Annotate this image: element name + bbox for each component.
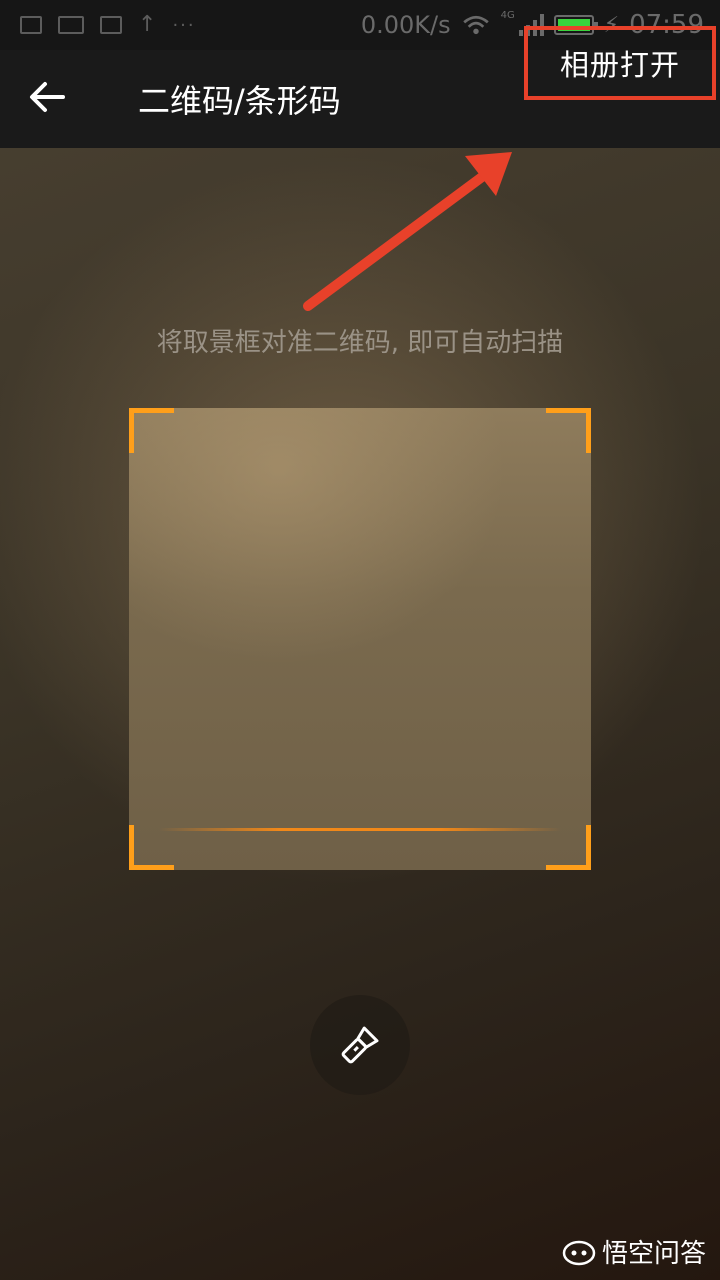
page-title: 二维码/条形码 xyxy=(138,82,341,120)
sim-icon xyxy=(58,16,84,34)
corner-top-left xyxy=(129,408,174,453)
corner-bottom-right xyxy=(546,825,591,870)
network-badge: 4G xyxy=(500,10,515,21)
wifi-icon xyxy=(462,15,489,35)
back-arrow-icon xyxy=(30,82,65,112)
calendar-icon xyxy=(100,16,122,34)
scan-hint: 将取景框对准二维码, 即可自动扫描 xyxy=(156,328,564,358)
more-icon: ··· xyxy=(172,14,196,36)
annotation-arrow-icon xyxy=(303,152,512,311)
open-album-button[interactable]: 相册打开 xyxy=(524,26,716,100)
watermark: 悟空问答 xyxy=(562,1233,706,1270)
watermark-text: 悟空问答 xyxy=(601,1239,706,1269)
flashlight-button[interactable] xyxy=(310,995,410,1095)
flashlight-icon xyxy=(341,1026,379,1064)
corner-top-right xyxy=(546,408,591,453)
scan-line xyxy=(159,828,561,831)
wukong-logo-icon xyxy=(562,1240,596,1265)
net-speed: 0.00K/s xyxy=(360,11,451,39)
back-button[interactable] xyxy=(22,72,72,122)
status-left-icons: ↑ ··· xyxy=(20,14,196,36)
scan-viewfinder xyxy=(129,408,591,870)
upload-icon: ↑ xyxy=(138,12,157,37)
corner-bottom-left xyxy=(129,825,174,870)
image-icon xyxy=(20,16,42,34)
